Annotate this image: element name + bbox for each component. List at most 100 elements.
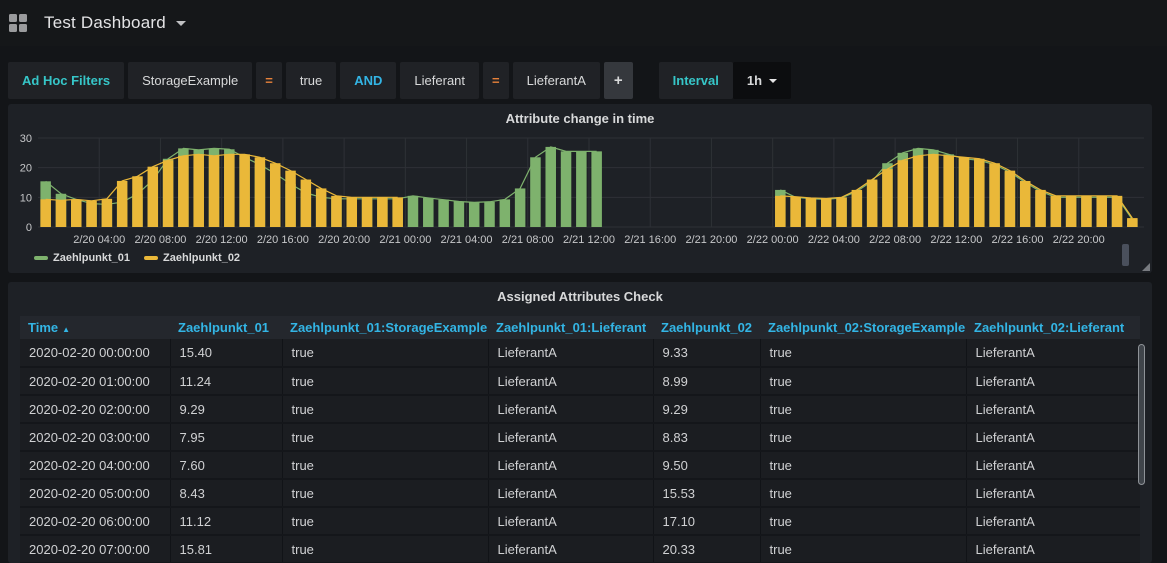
bar-Zaehlpunkt_01 bbox=[423, 198, 434, 227]
bar-Zaehlpunkt_02 bbox=[86, 201, 97, 227]
svg-text:0: 0 bbox=[26, 222, 32, 234]
svg-text:2/22 12:00: 2/22 12:00 bbox=[930, 234, 982, 246]
caret-down-icon bbox=[769, 79, 777, 83]
bar-Zaehlpunkt_02 bbox=[867, 180, 878, 227]
filter-operator[interactable]: = bbox=[483, 62, 509, 99]
interval-label: Interval bbox=[659, 62, 733, 99]
interval-select[interactable]: 1h bbox=[733, 62, 791, 99]
table-cell: true bbox=[282, 535, 488, 563]
bar-Zaehlpunkt_02 bbox=[959, 157, 970, 227]
top-nav-bar: Test Dashboard bbox=[0, 0, 1167, 46]
table-cell: 2020-02-20 05:00:00 bbox=[20, 479, 170, 507]
svg-text:2/20 20:00: 2/20 20:00 bbox=[318, 234, 370, 246]
table-cell: LieferantA bbox=[966, 367, 1140, 395]
table-cell: 7.60 bbox=[170, 451, 282, 479]
column-header-zaehlpunkt-01-lieferant[interactable]: Zaehlpunkt_01:Lieferant bbox=[488, 316, 653, 339]
chart-panel-title[interactable]: Attribute change in time bbox=[8, 104, 1152, 130]
bar-Zaehlpunkt_01 bbox=[515, 188, 526, 227]
table-cell: 15.81 bbox=[170, 535, 282, 563]
bar-Zaehlpunkt_02 bbox=[163, 160, 174, 227]
table-cell: 2020-02-20 00:00:00 bbox=[20, 339, 170, 367]
table-row: 2020-02-20 07:00:0015.81trueLieferantA20… bbox=[20, 535, 1140, 563]
bar-Zaehlpunkt_02 bbox=[928, 154, 939, 227]
table-cell: 8.83 bbox=[653, 423, 760, 451]
panel-resize-handle[interactable] bbox=[1142, 263, 1150, 271]
filter-submenu: Ad Hoc Filters StorageExample = true AND… bbox=[0, 62, 1167, 99]
chart-panel: Attribute change in time 01020302/20 04:… bbox=[8, 104, 1152, 273]
bar-Zaehlpunkt_01 bbox=[591, 151, 602, 227]
filter-value[interactable]: LieferantA bbox=[513, 62, 600, 99]
bar-Zaehlpunkt_01 bbox=[576, 151, 587, 227]
column-header-time[interactable]: Time▲ bbox=[20, 316, 170, 339]
table-cell: LieferantA bbox=[488, 423, 653, 451]
table-cell: LieferantA bbox=[488, 367, 653, 395]
table-cell: true bbox=[282, 423, 488, 451]
add-filter-button[interactable]: + bbox=[604, 62, 633, 99]
svg-text:2/21 08:00: 2/21 08:00 bbox=[502, 234, 554, 246]
table-cell: LieferantA bbox=[966, 395, 1140, 423]
filter-key[interactable]: Lieferant bbox=[400, 62, 479, 99]
bar-Zaehlpunkt_02 bbox=[1127, 218, 1138, 227]
table-cell: LieferantA bbox=[488, 451, 653, 479]
table-cell: LieferantA bbox=[966, 507, 1140, 535]
bar-Zaehlpunkt_02 bbox=[209, 156, 220, 227]
table-cell: 2020-02-20 03:00:00 bbox=[20, 423, 170, 451]
interval-group: Interval 1h bbox=[659, 62, 791, 99]
bar-Zaehlpunkt_02 bbox=[117, 181, 128, 227]
table-cell: 2020-02-20 04:00:00 bbox=[20, 451, 170, 479]
chart-scrollbar[interactable] bbox=[1122, 244, 1129, 266]
column-header-zaehlpunkt-01[interactable]: Zaehlpunkt_01 bbox=[170, 316, 282, 339]
dashboard-title[interactable]: Test Dashboard bbox=[44, 13, 166, 33]
column-header-zaehlpunkt-02-lieferant[interactable]: Zaehlpunkt_02:Lieferant bbox=[966, 316, 1140, 339]
caret-down-icon[interactable] bbox=[176, 21, 186, 26]
table-panel-title[interactable]: Assigned Attributes Check bbox=[8, 282, 1152, 308]
bar-Zaehlpunkt_02 bbox=[178, 156, 189, 227]
attribute-change-chart: 01020302/20 04:002/20 08:002/20 12:002/2… bbox=[8, 130, 1148, 251]
bar-Zaehlpunkt_02 bbox=[1066, 196, 1077, 227]
bar-Zaehlpunkt_02 bbox=[790, 197, 801, 227]
column-header-zaehlpunkt-02-storageexample[interactable]: Zaehlpunkt_02:StorageExample bbox=[760, 316, 966, 339]
table-cell: true bbox=[760, 479, 966, 507]
svg-text:2/20 12:00: 2/20 12:00 bbox=[196, 234, 248, 246]
filter-operator[interactable]: = bbox=[256, 62, 282, 99]
table-cell: 15.40 bbox=[170, 339, 282, 367]
bar-Zaehlpunkt_02 bbox=[377, 197, 388, 227]
table-cell: true bbox=[760, 339, 966, 367]
table-cell: 9.29 bbox=[653, 395, 760, 423]
column-header-zaehlpunkt-01-storageexample[interactable]: Zaehlpunkt_01:StorageExample bbox=[282, 316, 488, 339]
legend-item-Zaehlpunkt_02[interactable]: Zaehlpunkt_02 bbox=[144, 252, 240, 264]
table-cell: true bbox=[760, 367, 966, 395]
bar-Zaehlpunkt_02 bbox=[362, 197, 373, 227]
table-cell: LieferantA bbox=[488, 535, 653, 563]
table-cell: LieferantA bbox=[488, 339, 653, 367]
bar-Zaehlpunkt_02 bbox=[852, 190, 863, 227]
table-cell: 9.50 bbox=[653, 451, 760, 479]
bar-Zaehlpunkt_02 bbox=[821, 199, 832, 227]
table-cell: 8.99 bbox=[653, 367, 760, 395]
table-cell: 7.95 bbox=[170, 423, 282, 451]
table-cell: LieferantA bbox=[966, 339, 1140, 367]
filter-conjunction[interactable]: AND bbox=[340, 62, 396, 99]
svg-text:2/22 16:00: 2/22 16:00 bbox=[992, 234, 1044, 246]
column-header-zaehlpunkt-02[interactable]: Zaehlpunkt_02 bbox=[653, 316, 760, 339]
legend-item-Zaehlpunkt_01[interactable]: Zaehlpunkt_01 bbox=[34, 252, 130, 264]
table-scrollbar[interactable] bbox=[1138, 344, 1145, 485]
bar-Zaehlpunkt_02 bbox=[836, 197, 847, 227]
bar-Zaehlpunkt_02 bbox=[989, 163, 1000, 227]
bar-Zaehlpunkt_02 bbox=[301, 180, 312, 227]
filter-key[interactable]: StorageExample bbox=[128, 62, 252, 99]
table-cell: 2020-02-20 01:00:00 bbox=[20, 367, 170, 395]
table-cell: 9.33 bbox=[653, 339, 760, 367]
dashboard-grid-icon[interactable] bbox=[9, 14, 27, 32]
bar-Zaehlpunkt_02 bbox=[132, 176, 143, 227]
bar-Zaehlpunkt_01 bbox=[500, 199, 511, 227]
bar-Zaehlpunkt_02 bbox=[71, 199, 82, 227]
svg-text:2/20 16:00: 2/20 16:00 bbox=[257, 234, 309, 246]
bar-Zaehlpunkt_02 bbox=[56, 200, 66, 227]
table-cell: true bbox=[760, 423, 966, 451]
adhoc-filters-label[interactable]: Ad Hoc Filters bbox=[8, 62, 124, 99]
bar-Zaehlpunkt_02 bbox=[913, 156, 924, 227]
svg-text:2/22 04:00: 2/22 04:00 bbox=[808, 234, 860, 246]
filter-value[interactable]: true bbox=[286, 62, 336, 99]
bar-Zaehlpunkt_02 bbox=[1081, 196, 1092, 227]
